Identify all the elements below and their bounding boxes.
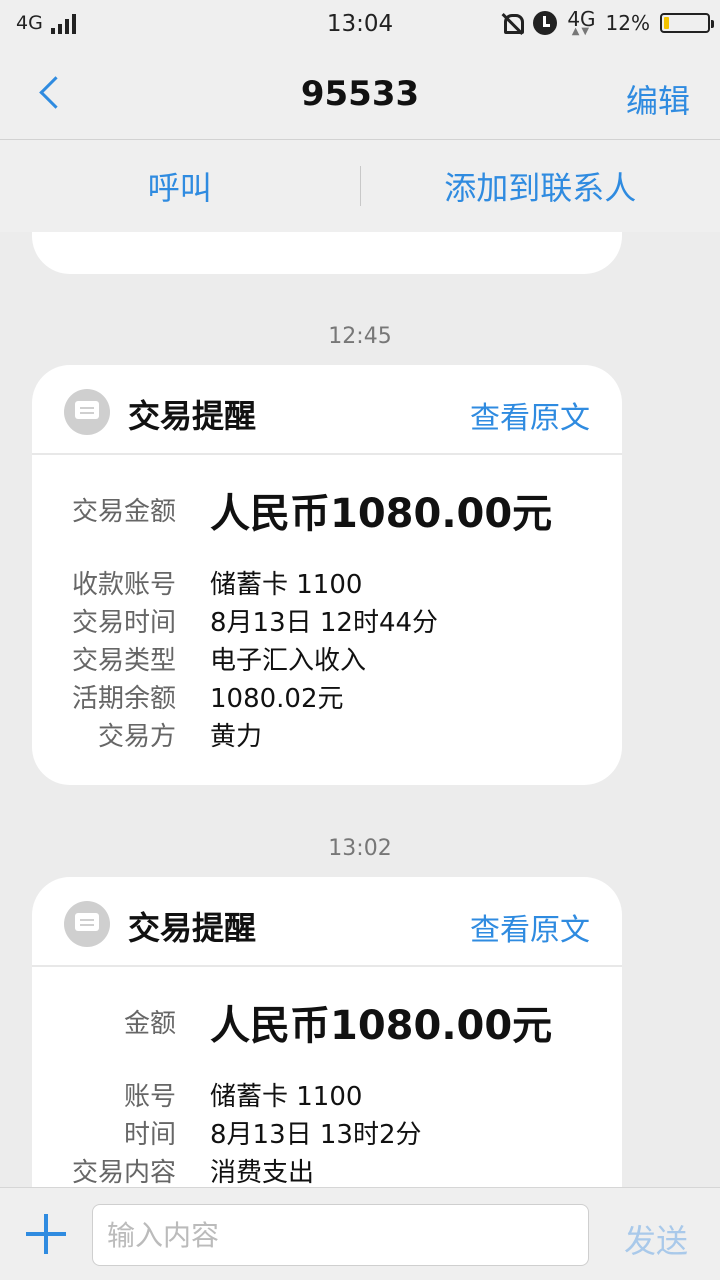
detail-label: 账号: [123, 1082, 176, 1112]
message-list[interactable]: 12:45 交易提醒 查看原文 交易金额 人民币1080.00元 收款账号储蓄卡…: [0, 232, 720, 1187]
contact-actions: 呼叫 添加到联系人: [0, 140, 720, 232]
status-bar: 4G 13:04 4G ▲▼ 12%: [0, 0, 720, 50]
detail-row: 收款账号 储蓄卡 1100: [32, 561, 622, 600]
detail-row: 交易类型 电子汇入收入: [32, 637, 622, 676]
add-attachment-icon[interactable]: [26, 1214, 66, 1254]
detail-rows: 账号 储蓄卡 1100 时间 8月13日 13时2分 交易内容 消费支出: [32, 1073, 622, 1187]
battery-icon: [660, 13, 714, 33]
status-icons: 4G ▲▼ 12%: [501, 7, 714, 37]
message-timestamp: 13:02: [328, 836, 392, 861]
send-button[interactable]: 发送: [624, 1216, 688, 1262]
detail-row: 交易时间 8月13日 12时44分: [32, 599, 622, 638]
detail-value: 储蓄卡 1100: [210, 570, 363, 600]
message-card[interactable]: 交易提醒 查看原文 金额 人民币1080.00元 账号 储蓄卡 1100 时间 8月…: [32, 877, 622, 1187]
amount-label: 金额: [123, 1009, 176, 1039]
message-input[interactable]: [92, 1204, 589, 1266]
amount-value: 人民币1080.00元: [210, 491, 553, 537]
conversation-title: 95533: [300, 74, 420, 114]
detail-label: 时间: [123, 1120, 176, 1150]
mute-icon: [501, 12, 525, 34]
card-title: 交易提醒: [128, 397, 257, 435]
detail-row: 账号 储蓄卡 1100: [32, 1073, 622, 1112]
detail-row: 交易方 黄力: [32, 713, 622, 752]
view-original-link[interactable]: 查看原文: [470, 393, 590, 437]
message-timestamp: 12:45: [328, 324, 392, 349]
card-body: 金额 人民币1080.00元 账号 储蓄卡 1100 时间 8月13日 13时2分 …: [32, 967, 622, 1187]
conversation-header: 95533 编辑: [0, 50, 720, 140]
compose-bar: 发送: [0, 1187, 720, 1280]
detail-value: 储蓄卡 1100: [210, 1082, 363, 1112]
mobile-data-icon: 4G ▲▼: [567, 7, 596, 37]
detail-label: 交易类型: [71, 646, 176, 676]
call-button[interactable]: 呼叫: [0, 163, 360, 209]
sms-icon: [64, 389, 110, 435]
battery-percent: 12%: [605, 11, 650, 35]
card-header: 交易提醒 查看原文: [32, 877, 622, 967]
card-title: 交易提醒: [128, 909, 257, 947]
add-contact-button[interactable]: 添加到联系人: [361, 163, 720, 209]
edit-button[interactable]: 编辑: [626, 76, 690, 122]
detail-value: 黄力: [210, 722, 263, 752]
amount-value: 人民币1080.00元: [210, 1003, 553, 1049]
view-original-link[interactable]: 查看原文: [470, 905, 590, 949]
card-header: 交易提醒 查看原文: [32, 365, 622, 455]
card-body: 交易金额 人民币1080.00元 收款账号 储蓄卡 1100 交易时间 8月13日 …: [32, 455, 622, 752]
detail-label: 活期余额: [71, 684, 176, 714]
detail-row: 时间 8月13日 13时2分: [32, 1111, 622, 1150]
amount-row: 交易金额 人民币1080.00元: [32, 481, 622, 541]
amount-label: 交易金额: [71, 497, 176, 527]
detail-label: 交易内容: [71, 1158, 176, 1187]
detail-label: 交易方: [97, 722, 176, 752]
alarm-icon: [533, 11, 558, 35]
detail-row: 活期余额 1080.02元: [32, 675, 622, 714]
detail-label: 收款账号: [71, 570, 176, 600]
detail-row: 交易内容 消费支出: [32, 1149, 622, 1187]
sms-icon: [64, 901, 110, 947]
amount-row: 金额 人民币1080.00元: [32, 993, 622, 1053]
detail-value: 1080.02元: [210, 684, 344, 714]
detail-value: 电子汇入收入: [210, 646, 367, 676]
battery-fill: [664, 17, 670, 29]
message-card[interactable]: 交易提醒 查看原文 交易金额 人民币1080.00元 收款账号 储蓄卡 1100 …: [32, 365, 622, 785]
back-button[interactable]: [28, 72, 72, 118]
detail-label: 交易时间: [71, 608, 176, 638]
detail-value: 消费支出: [210, 1158, 315, 1187]
detail-value: 8月13日 12时44分: [210, 608, 439, 638]
message-card-partial: [32, 232, 622, 274]
detail-value: 8月13日 13时2分: [210, 1120, 422, 1150]
detail-rows: 收款账号 储蓄卡 1100 交易时间 8月13日 12时44分 交易类型 电子汇入收入…: [32, 561, 622, 752]
